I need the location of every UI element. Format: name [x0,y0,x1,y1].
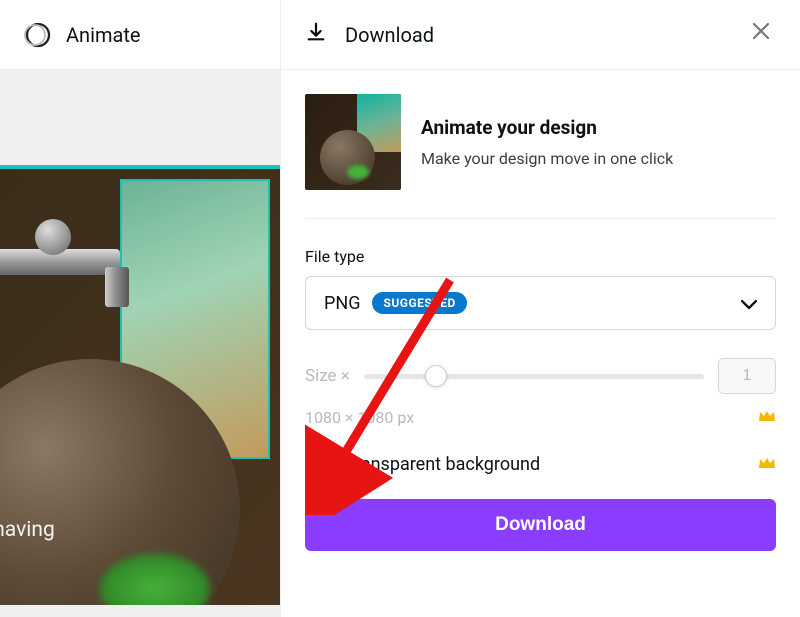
download-icon [305,21,327,48]
size-input[interactable] [718,358,776,394]
canvas-faucet [0,219,150,309]
filetype-dropdown[interactable]: PNG SUGGESTED [305,276,776,330]
chevron-down-icon [741,291,757,315]
canvas-caption: li. an having [0,487,55,544]
animate-button[interactable]: Animate [24,21,141,49]
close-button[interactable] [746,20,776,50]
crown-icon [758,455,776,474]
size-label: Size × [305,366,350,386]
filetype-label: File type [305,247,776,266]
transparent-row: Transparent background [305,451,776,477]
promo-title: Animate your design [421,116,673,139]
download-panel: Download Animate your design Make your d… [280,0,800,617]
left-pane: li. an having [0,70,280,617]
size-row: Size × [305,358,776,394]
promo-thumbnail [305,94,401,190]
animate-label: Animate [66,23,141,47]
animate-promo[interactable]: Animate your design Make your design mov… [305,94,776,219]
filetype-selected: PNG [324,293,360,314]
crown-icon [758,408,776,427]
animate-icon [24,21,52,49]
size-slider[interactable] [364,364,704,388]
transparent-checkbox[interactable] [305,451,331,477]
download-panel-header: Download [281,0,800,70]
promo-subtitle: Make your design move in one click [421,149,673,168]
transparent-label: Transparent background [345,454,540,475]
canvas-preview[interactable]: li. an having [0,165,280,605]
download-title: Download [345,23,434,47]
download-button[interactable]: Download [305,499,776,551]
slider-thumb[interactable] [425,365,447,387]
dimensions-text: 1080 × 1080 px [305,408,414,427]
suggested-badge: SUGGESTED [372,292,466,314]
